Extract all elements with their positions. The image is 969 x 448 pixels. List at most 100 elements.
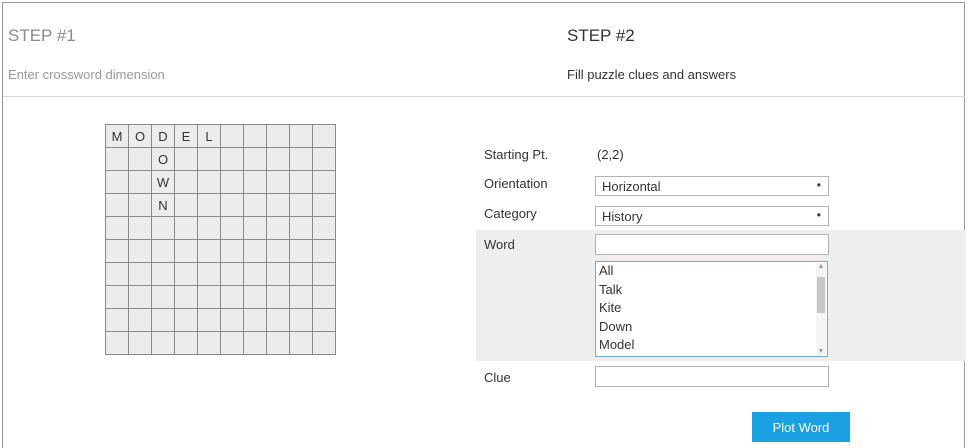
grid-cell[interactable] bbox=[128, 285, 152, 309]
clue-input[interactable] bbox=[595, 366, 829, 387]
grid-cell[interactable] bbox=[289, 124, 313, 148]
grid-cell[interactable] bbox=[128, 262, 152, 286]
grid-cell[interactable] bbox=[197, 216, 221, 240]
grid-cell[interactable] bbox=[243, 331, 267, 355]
grid-cell[interactable] bbox=[174, 285, 198, 309]
grid-cell[interactable]: O bbox=[151, 147, 175, 171]
grid-cell[interactable] bbox=[197, 308, 221, 332]
grid-cell[interactable] bbox=[197, 170, 221, 194]
grid-cell[interactable] bbox=[243, 170, 267, 194]
grid-cell[interactable] bbox=[105, 331, 129, 355]
category-select[interactable]: History • bbox=[595, 206, 829, 226]
word-option[interactable]: All bbox=[596, 262, 827, 281]
grid-cell[interactable] bbox=[197, 193, 221, 217]
grid-cell[interactable] bbox=[220, 262, 244, 286]
grid-cell[interactable] bbox=[174, 308, 198, 332]
grid-cell[interactable] bbox=[312, 239, 336, 263]
grid-cell[interactable] bbox=[128, 308, 152, 332]
word-listbox[interactable]: All Talk Kite Down Model ▲ ▼ bbox=[595, 261, 828, 357]
grid-cell[interactable] bbox=[289, 285, 313, 309]
grid-cell[interactable] bbox=[220, 285, 244, 309]
grid-cell[interactable] bbox=[151, 285, 175, 309]
grid-cell[interactable] bbox=[312, 193, 336, 217]
grid-cell[interactable] bbox=[312, 262, 336, 286]
grid-cell[interactable] bbox=[151, 308, 175, 332]
grid-cell[interactable] bbox=[266, 285, 290, 309]
word-option[interactable]: Down bbox=[596, 318, 827, 337]
grid-cell[interactable] bbox=[220, 239, 244, 263]
word-input[interactable] bbox=[595, 234, 829, 255]
grid-cell[interactable] bbox=[312, 216, 336, 240]
grid-cell[interactable] bbox=[174, 147, 198, 171]
grid-cell[interactable] bbox=[243, 308, 267, 332]
grid-cell[interactable] bbox=[289, 308, 313, 332]
grid-cell[interactable] bbox=[151, 239, 175, 263]
grid-cell[interactable] bbox=[243, 262, 267, 286]
grid-cell[interactable] bbox=[243, 239, 267, 263]
grid-cell[interactable] bbox=[266, 124, 290, 148]
grid-cell[interactable] bbox=[128, 193, 152, 217]
grid-cell[interactable] bbox=[105, 170, 129, 194]
grid-cell[interactable] bbox=[243, 285, 267, 309]
scroll-up-icon[interactable]: ▲ bbox=[816, 263, 826, 270]
grid-cell[interactable]: N bbox=[151, 193, 175, 217]
grid-cell[interactable] bbox=[266, 308, 290, 332]
grid-cell[interactable] bbox=[243, 216, 267, 240]
grid-cell[interactable] bbox=[312, 308, 336, 332]
grid-cell[interactable] bbox=[197, 285, 221, 309]
scrollbar-thumb[interactable] bbox=[817, 277, 825, 313]
grid-cell[interactable] bbox=[151, 262, 175, 286]
grid-cell[interactable] bbox=[243, 124, 267, 148]
grid-cell[interactable] bbox=[151, 331, 175, 355]
grid-cell[interactable] bbox=[243, 193, 267, 217]
grid-cell[interactable]: E bbox=[174, 124, 198, 148]
grid-cell[interactable]: O bbox=[128, 124, 152, 148]
grid-cell[interactable] bbox=[289, 331, 313, 355]
grid-cell[interactable] bbox=[197, 262, 221, 286]
grid-cell[interactable] bbox=[289, 147, 313, 171]
grid-cell[interactable] bbox=[289, 216, 313, 240]
grid-cell[interactable] bbox=[289, 193, 313, 217]
listbox-scrollbar[interactable]: ▲ ▼ bbox=[816, 263, 826, 355]
grid-cell[interactable] bbox=[220, 170, 244, 194]
grid-cell[interactable] bbox=[128, 239, 152, 263]
grid-cell[interactable] bbox=[266, 147, 290, 171]
grid-cell[interactable]: D bbox=[151, 124, 175, 148]
scroll-down-icon[interactable]: ▼ bbox=[816, 348, 826, 355]
grid-cell[interactable] bbox=[266, 239, 290, 263]
grid-cell[interactable] bbox=[105, 285, 129, 309]
grid-cell[interactable] bbox=[220, 216, 244, 240]
grid-cell[interactable] bbox=[266, 331, 290, 355]
grid-cell[interactable] bbox=[174, 193, 198, 217]
grid-cell[interactable] bbox=[105, 216, 129, 240]
grid-cell[interactable] bbox=[312, 170, 336, 194]
grid-cell[interactable] bbox=[105, 308, 129, 332]
grid-cell[interactable] bbox=[105, 239, 129, 263]
grid-cell[interactable] bbox=[266, 262, 290, 286]
grid-cell[interactable]: M bbox=[105, 124, 129, 148]
grid-cell[interactable] bbox=[266, 216, 290, 240]
grid-cell[interactable] bbox=[312, 285, 336, 309]
grid-cell[interactable] bbox=[105, 262, 129, 286]
grid-cell[interactable] bbox=[220, 193, 244, 217]
grid-cell[interactable] bbox=[197, 147, 221, 171]
grid-cell[interactable] bbox=[174, 216, 198, 240]
grid-cell[interactable] bbox=[174, 170, 198, 194]
grid-cell[interactable] bbox=[312, 331, 336, 355]
grid-cell[interactable] bbox=[289, 262, 313, 286]
grid-cell[interactable] bbox=[312, 147, 336, 171]
grid-cell[interactable] bbox=[151, 216, 175, 240]
grid-cell[interactable] bbox=[174, 262, 198, 286]
grid-cell[interactable] bbox=[128, 331, 152, 355]
grid-cell[interactable] bbox=[105, 147, 129, 171]
grid-cell[interactable] bbox=[220, 147, 244, 171]
orientation-select[interactable]: Horizontal • bbox=[595, 176, 829, 196]
grid-cell[interactable] bbox=[197, 239, 221, 263]
grid-cell[interactable] bbox=[220, 124, 244, 148]
grid-cell[interactable] bbox=[289, 239, 313, 263]
grid-cell[interactable] bbox=[220, 331, 244, 355]
grid-cell[interactable] bbox=[128, 147, 152, 171]
grid-cell[interactable] bbox=[266, 170, 290, 194]
grid-cell[interactable] bbox=[220, 308, 244, 332]
plot-word-button[interactable]: Plot Word bbox=[752, 412, 850, 442]
